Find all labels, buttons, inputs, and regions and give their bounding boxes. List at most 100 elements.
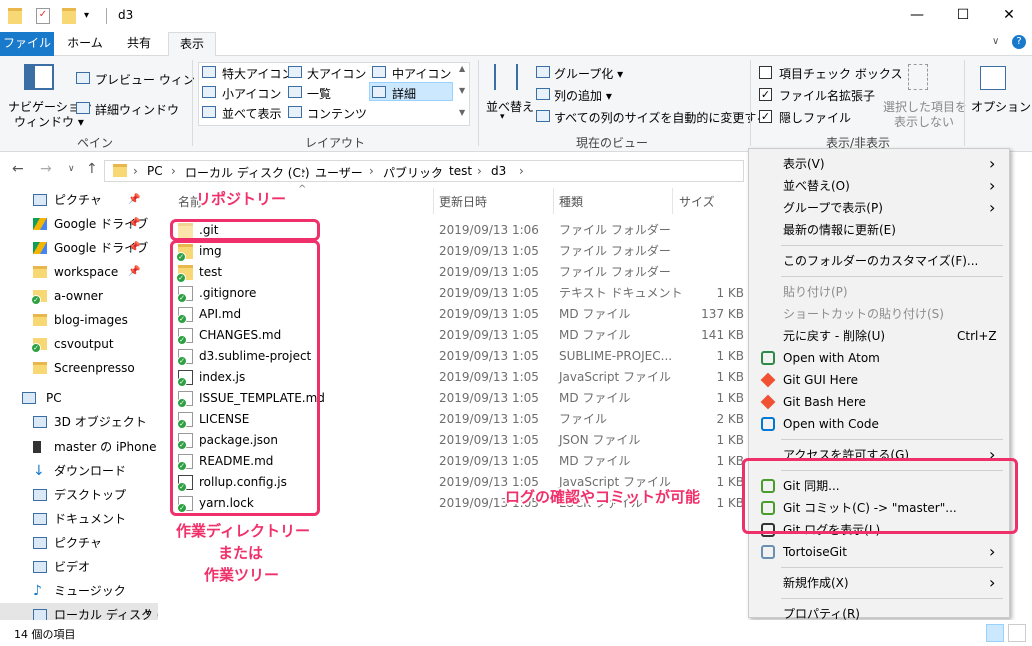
column-header-size[interactable]: サイズ	[679, 193, 715, 210]
nav-item[interactable]: Google ドライブ 📌	[0, 236, 158, 260]
ribbon-collapse-icon[interactable]: ∨	[992, 36, 999, 47]
tab-share[interactable]: 共有	[114, 32, 164, 56]
nav-item[interactable]: ↓ ダウンロード	[0, 459, 158, 483]
layout-xl-icons[interactable]: 特大アイコン	[222, 65, 293, 82]
nav-item[interactable]: master の iPhone	[0, 435, 158, 459]
nav-item[interactable]: ビデオ	[0, 555, 158, 579]
gallery-expand-icon[interactable]: ▼	[459, 108, 465, 117]
gallery-scroll-down-icon[interactable]: ▼	[459, 86, 465, 95]
details-pane-button[interactable]: 詳細ウィンドウ	[95, 101, 179, 118]
layout-details[interactable]: 詳細	[392, 85, 416, 102]
hidden-items-label[interactable]: 隠しファイル	[779, 109, 851, 126]
nav-item[interactable]: ♪ ミュージック	[0, 579, 158, 603]
breadcrumb-test[interactable]: test	[449, 164, 472, 178]
pin-icon[interactable]: 📌	[128, 188, 140, 212]
details-view-icon[interactable]	[986, 624, 1004, 642]
forward-button[interactable]: →	[40, 161, 52, 177]
nav-item[interactable]: デスクトップ	[0, 483, 158, 507]
nav-item[interactable]: Screenpresso	[0, 356, 158, 380]
breadcrumb-separator[interactable]: ›	[171, 164, 176, 178]
breadcrumb-users[interactable]: ユーザー	[315, 164, 363, 181]
breadcrumb-separator[interactable]: ›	[477, 164, 482, 178]
sort-by-icon[interactable]	[494, 64, 518, 90]
menu-item[interactable]: Git GUI Here	[749, 369, 1009, 391]
file-extensions-checkbox[interactable]: ✓	[759, 88, 772, 101]
breadcrumb-d3[interactable]: d3	[491, 164, 506, 178]
back-button[interactable]: ←	[12, 161, 24, 177]
new-folder-icon[interactable]	[62, 8, 76, 24]
file-extensions-label[interactable]: ファイル名拡張子	[779, 87, 875, 104]
column-header-date[interactable]: 更新日時	[439, 193, 487, 210]
menu-item[interactable]: Open with Atom	[749, 347, 1009, 369]
breadcrumb-public[interactable]: パブリック	[383, 164, 443, 181]
pin-icon[interactable]: 📌	[128, 260, 140, 284]
options-button[interactable]: オプション	[971, 98, 1031, 115]
menu-item[interactable]: このフォルダーのカスタマイズ(F)...	[749, 250, 1009, 272]
column-divider[interactable]	[433, 188, 434, 214]
nav-item[interactable]: Google ドライブ 📌	[0, 212, 158, 236]
nav-item[interactable]: ピクチャ	[0, 531, 158, 555]
breadcrumb-pc[interactable]: PC	[147, 164, 163, 178]
nav-item[interactable]: workspace 📌	[0, 260, 158, 284]
size-all-columns-button[interactable]: すべての列のサイズを自動的に変更する	[554, 109, 768, 126]
tab-file[interactable]: ファイル	[0, 32, 54, 56]
nav-item[interactable]: ピクチャ 📌	[0, 188, 158, 212]
minimize-button[interactable]: —	[894, 0, 940, 32]
menu-item[interactable]: 元に戻す - 削除(U) Ctrl+Z	[749, 325, 1009, 347]
nav-item[interactable]: PC	[0, 386, 158, 410]
nav-item[interactable]: ドキュメント	[0, 507, 158, 531]
nav-item[interactable]: ✓ a-owner	[0, 284, 158, 308]
quick-access-dropdown-icon[interactable]: ▾	[84, 8, 89, 24]
add-columns-button[interactable]: 列の追加 ▾	[554, 87, 612, 104]
menu-item[interactable]: ショートカットの貼り付け(S)	[749, 303, 1009, 325]
layout-large-icons[interactable]: 大アイコン	[307, 65, 366, 82]
column-divider[interactable]	[672, 188, 673, 214]
close-button[interactable]: ✕	[986, 0, 1032, 32]
breadcrumb-separator[interactable]: ›	[435, 164, 440, 178]
hidden-items-checkbox[interactable]: ✓	[759, 110, 772, 123]
item-checkboxes-label[interactable]: 項目チェック ボックス	[779, 65, 902, 82]
nav-item[interactable]: blog-images	[0, 308, 158, 332]
menu-item[interactable]: Git Bash Here	[749, 391, 1009, 413]
layout-medium-icons[interactable]: 中アイコン	[392, 65, 451, 82]
recent-locations-icon[interactable]: ∨	[68, 164, 75, 174]
menu-item[interactable]: 並べ替え(O) ›	[749, 175, 1009, 197]
menu-item[interactable]: 新規作成(X) ›	[749, 572, 1009, 594]
nav-item[interactable]: 3D オブジェクト	[0, 410, 158, 434]
options-icon[interactable]	[980, 66, 1006, 90]
breadcrumb-separator[interactable]: ›	[301, 164, 306, 178]
menu-item[interactable]: グループで表示(P) ›	[749, 197, 1009, 219]
navigation-pane-icon[interactable]	[24, 64, 54, 90]
menu-item[interactable]: 貼り付け(P)	[749, 281, 1009, 303]
help-icon[interactable]: ?	[1012, 35, 1026, 49]
maximize-button[interactable]: ☐	[940, 0, 986, 32]
menu-item[interactable]: Open with Code	[749, 413, 1009, 435]
layout-small-icons[interactable]: 小アイコン	[222, 85, 281, 102]
nav-item[interactable]: ✓ csvoutput	[0, 332, 158, 356]
properties-icon[interactable]: ✓	[36, 8, 50, 24]
address-bar[interactable]: › PC › ローカル ディスク (C:) › ユーザー › パブリック › t…	[104, 160, 744, 182]
breadcrumb-separator[interactable]: ›	[133, 164, 138, 178]
tab-home[interactable]: ホーム	[60, 32, 110, 56]
pin-icon[interactable]: 📌	[128, 236, 140, 260]
column-header-type[interactable]: 種類	[559, 193, 583, 210]
breadcrumb-separator[interactable]: ›	[369, 164, 374, 178]
chevron-down-icon[interactable]: ∨	[144, 607, 151, 618]
sort-by-dropdown-icon[interactable]: ▾	[500, 112, 505, 122]
up-button[interactable]: ↑	[86, 161, 98, 177]
pin-icon[interactable]: 📌	[128, 212, 140, 236]
menu-item[interactable]: 表示(V) ›	[749, 153, 1009, 175]
navigation-pane-dropdown[interactable]: ウィンドウ ▾	[14, 113, 84, 130]
layout-list[interactable]: 一覧	[307, 85, 331, 102]
layout-content[interactable]: コンテンツ	[307, 105, 367, 122]
menu-item[interactable]: TortoiseGit ›	[749, 541, 1009, 563]
group-by-button[interactable]: グループ化 ▾	[554, 65, 623, 82]
sort-by-button[interactable]: 並べ替え	[486, 98, 534, 115]
gallery-scroll-up-icon[interactable]: ▲	[459, 64, 465, 73]
tab-view[interactable]: 表示	[168, 32, 216, 57]
menu-item[interactable]: 最新の情報に更新(E)	[749, 219, 1009, 241]
breadcrumb-local-disk[interactable]: ローカル ディスク (C:)	[185, 164, 310, 181]
column-divider[interactable]	[553, 188, 554, 214]
breadcrumb-separator[interactable]: ›	[519, 164, 524, 178]
layout-tiles[interactable]: 並べて表示	[222, 105, 282, 122]
